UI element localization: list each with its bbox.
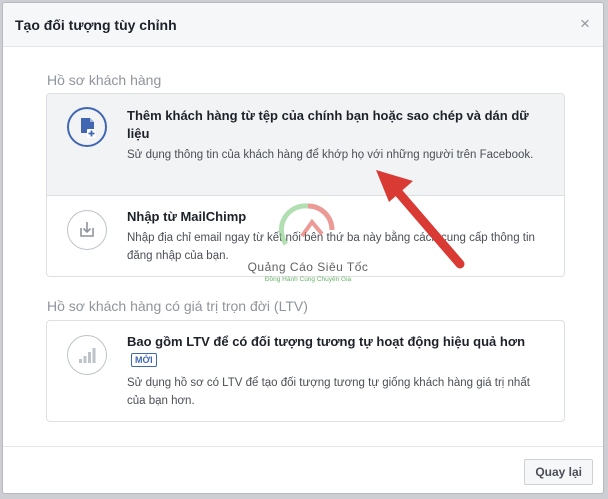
option-customer-file-title: Thêm khách hàng từ tệp của chính bạn hoặ… [127, 108, 529, 141]
import-icon [67, 210, 107, 250]
watermark-brand: Quảng Cáo Siêu Tốc [247, 260, 369, 274]
footer-divider [3, 446, 603, 447]
watermark-emblem-icon [278, 203, 335, 246]
option-ltv-description: Sử dụng hồ sơ có LTV để tạo đối tượng tư… [127, 377, 530, 407]
ltv-card: Bao gồm LTV để có đối tượng tương tự hoạ… [46, 320, 565, 422]
new-badge: MỚI [131, 353, 157, 367]
file-add-icon [67, 107, 107, 147]
option-ltv-title: Bao gồm LTV để có đối tượng tương tự hoạ… [127, 333, 547, 369]
close-button[interactable]: × [577, 15, 593, 32]
back-button[interactable]: Quay lại [524, 459, 593, 485]
option-ltv-title-text: Bao gồm LTV để có đối tượng tương tự hoạ… [127, 334, 526, 349]
option-customer-file[interactable]: Thêm khách hàng từ tệp của chính bạn hoặ… [47, 94, 564, 195]
section-title-ltv: Hồ sơ khách hàng có giá trị trọn đời (LT… [47, 298, 308, 314]
signal-bars-icon [67, 335, 107, 375]
dialog-header: Tạo đối tượng tùy chỉnh × [3, 3, 603, 47]
watermark-tagline: Đồng Hành Cùng Chuyên Gia [264, 276, 352, 283]
dialog-title: Tạo đối tượng tùy chỉnh [15, 17, 177, 33]
section-title-customer-file: Hồ sơ khách hàng [47, 72, 162, 88]
option-ltv[interactable]: Bao gồm LTV để có đối tượng tương tự hoạ… [47, 321, 564, 421]
option-customer-file-description: Sử dụng thông tin của khách hàng để khớp… [127, 149, 534, 161]
watermark-logo: Quảng Cáo Siêu Tốc Đồng Hành Cùng Chuyên… [228, 196, 388, 292]
